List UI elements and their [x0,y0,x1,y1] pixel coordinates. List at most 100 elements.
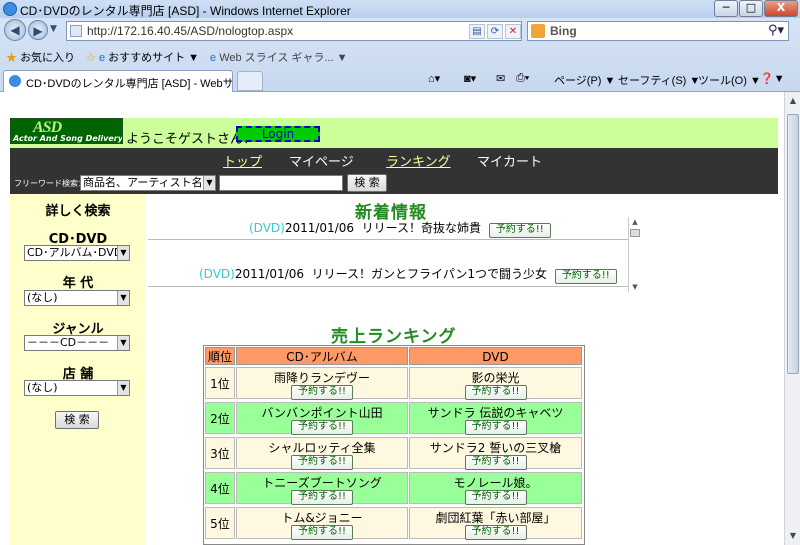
home-icon[interactable]: ⌂▾ [428,72,440,85]
scroll-down-icon[interactable]: ▼ [630,282,640,292]
search-field[interactable]: Bing ⚲▾ [527,21,789,41]
refresh-icon[interactable]: ⟳ [487,24,503,39]
reserve-button[interactable]: 予約する!! [290,420,354,435]
table-row: 4位 トニーズブートソング 予約する!! モノレール娘。 予約する!! [205,471,583,505]
news-scrollbar[interactable]: ▲ ▼ [628,217,640,292]
detail-search-button[interactable]: 検 索 [55,411,99,429]
scroll-down-icon[interactable]: ▼ [787,529,799,543]
suggested-sites-label: おすすめサイト ▼ [108,52,200,64]
address-input[interactable]: http://172.16.40.45/ASD/nologtop.aspx ▤ … [66,21,522,41]
scroll-up-icon[interactable]: ▲ [787,94,799,108]
reserve-button[interactable]: 予約する!! [290,490,354,505]
table-row: 3位 シャルロッティ全集 予約する!! サンドラ2 誓いの三叉槍 予約する!! [205,436,583,470]
reserve-button[interactable]: 予約する!! [464,525,527,540]
title-text: バンバンポイント山田 [261,406,383,420]
favorites-button[interactable]: ★ お気に入り [6,49,75,65]
rank-cell: 2位 [205,402,235,434]
genre-value: －－－CD－－－ [27,336,110,349]
mail-icon[interactable]: ✉ [496,72,505,85]
maximize-button[interactable]: □ [739,0,763,17]
news-category: (DVD) [199,267,235,281]
era-value: (なし) [27,291,58,304]
nav-ranking-link[interactable]: ランキング [386,151,451,170]
news-list: (DVD)2011/01/06 リリース！奇抜な姉貴 予約する!! (DVD)2… [148,217,628,292]
help-icon[interactable]: ❓▼ [760,72,785,85]
address-bar-row: ◀ ▶ ▼ http://172.16.40.45/ASD/nologtop.a… [0,18,800,44]
dvd-cell: サンドラ 伝説のキャベツ 予約する!! [409,402,582,435]
news-category: (DVD) [249,221,285,235]
news-reserve-button[interactable]: 予約する!! [554,269,617,284]
web-slice-icon: e [210,52,217,64]
title-text: サンドラ 伝説のキャベツ [427,406,564,420]
reserve-button[interactable]: 予約する!! [464,455,527,470]
nav-mypage-link[interactable]: マイページ [289,151,354,170]
page-viewport: ASD Actor And Song Delivery ようこそゲストさん！ L… [0,92,784,545]
freeword-search-input[interactable] [219,175,343,191]
tools-menu[interactable]: ツール(O) ▼ [698,72,761,88]
era-select[interactable]: (なし) ▼ [24,290,130,306]
freeword-search-row: フリーワード検索： 商品名、アーティスト名から ▼ 検 索 [10,172,778,194]
search-scope-select[interactable]: 商品名、アーティスト名から ▼ [80,175,216,191]
new-tab-button[interactable] [237,71,263,91]
table-row: 2位 バンバンポイント山田 予約する!! サンドラ 伝説のキャベツ 予約する!! [205,401,583,435]
reserve-button[interactable]: 予約する!! [290,385,354,400]
history-dropdown-icon[interactable]: ▼ [50,24,57,34]
nav-cart-link[interactable]: マイカート [477,151,542,170]
cd-dvd-value: CD･アルバム･DVD [27,246,123,259]
reserve-button[interactable]: 予約する!! [464,490,527,505]
feeds-icon[interactable]: ◙▾ [464,72,476,85]
freeword-search-button[interactable]: 検 索 [347,174,387,192]
web-slice-label: Web スライス ギャラ... ▼ [219,52,348,64]
cd-dvd-select[interactable]: CD･アルバム･DVD ▼ [24,245,130,261]
reserve-button[interactable]: 予約する!! [464,420,527,435]
news-date: 2011/01/06 [234,267,305,281]
web-slice-button[interactable]: e Web スライス ギャラ... ▼ [210,49,348,65]
cd-cell: シャルロッティ全集 予約する!! [236,437,408,470]
detail-search-sidebar: 詳しく検索 CD･DVD CD･アルバム･DVD ▼ 年 代 (なし) ▼ ジャ… [10,194,146,545]
add-favorite-icon: ☆ [86,52,96,64]
back-button[interactable]: ◀ [4,19,26,41]
browser-tab[interactable]: CD･DVDのレンタル専門店 [ASD] - Webサイト [3,70,233,92]
page-menu[interactable]: ページ(P) ▼ [554,72,615,88]
scroll-up-icon[interactable]: ▲ [630,217,640,227]
reserve-button[interactable]: 予約する!! [464,385,527,400]
ranking-section-title: 売上ランキング [331,327,457,347]
news-date: 2011/01/06 [284,221,355,235]
compat-view-icon[interactable]: ▤ [469,24,485,39]
genre-select[interactable]: －－－CD－－－ ▼ [24,335,130,351]
chevron-down-icon: ▼ [117,381,129,395]
window-titlebar: CD･DVDのレンタル専門店 [ASD] - Windows Internet … [0,0,800,18]
search-icon[interactable]: ⚲▾ [768,23,784,38]
forward-button[interactable]: ▶ [28,20,48,40]
print-icon[interactable]: ⎙▾ [516,72,529,85]
chevron-down-icon: ▼ [117,246,129,260]
minimize-button[interactable]: ─ [714,0,738,17]
suggested-sites-button[interactable]: ☆ e おすすめサイト ▼ [86,49,199,65]
safety-menu[interactable]: セーフティ(S) ▼ [618,72,700,88]
cd-cell: トム&ジョニー 予約する!! [236,507,408,540]
era-label: 年 代 [62,276,94,291]
news-divider [148,286,628,287]
page-scrollbar[interactable]: ▲ ▼ [784,92,800,545]
login-button[interactable]: Login [236,126,320,142]
page-scroll-thumb[interactable] [787,114,799,374]
reserve-button[interactable]: 予約する!! [290,525,354,540]
cd-cell: 雨降りランデヴー 予約する!! [236,367,408,400]
search-scope-value: 商品名、アーティスト名から [83,176,216,189]
store-value: (なし) [27,381,58,394]
news-reserve-button[interactable]: 予約する!! [488,223,551,238]
dvd-cell: 劇団紅葉「赤い部屋」 予約する!! [409,507,582,540]
news-scroll-thumb[interactable] [630,229,640,237]
rank-header: 順位 [205,347,235,365]
reserve-button[interactable]: 予約する!! [290,455,354,470]
nav-top-link[interactable]: トップ [223,151,262,170]
site-nav: トップ マイページ ランキング マイカート [10,148,778,172]
store-select[interactable]: (なし) ▼ [24,380,130,396]
search-engine-label: Bing [550,24,577,38]
news-text: リリース！ガンとフライパン1つで闘う少女 [311,267,548,281]
site-logo[interactable]: ASD Actor And Song Delivery [10,118,123,144]
stop-icon[interactable]: ✕ [505,24,521,39]
cd-album-header: CD･アルバム [236,347,408,365]
close-window-button[interactable]: X [764,0,798,17]
dvd-cell: 影の栄光 予約する!! [409,367,582,400]
